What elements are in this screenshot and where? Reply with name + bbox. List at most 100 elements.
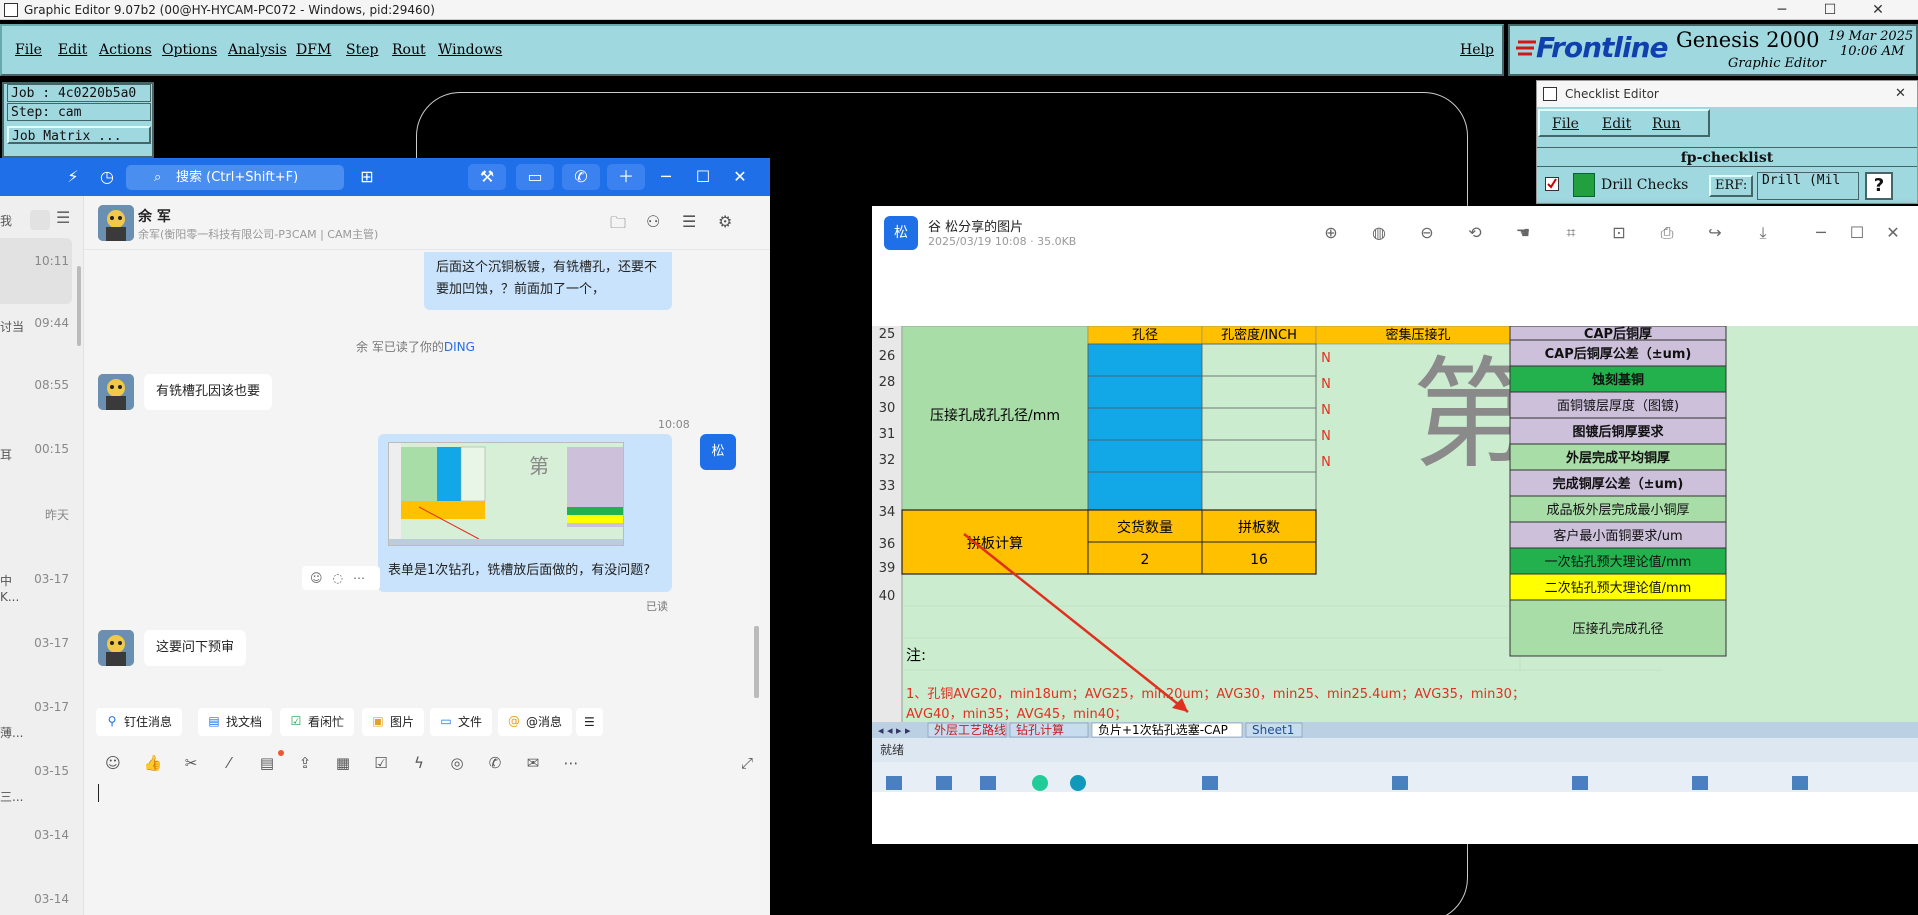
im-minimize-icon[interactable]: ─ — [655, 166, 677, 188]
share-icon[interactable]: ↪ — [1702, 220, 1728, 246]
avatar[interactable] — [98, 205, 134, 241]
settings-icon[interactable]: ⚙ — [718, 212, 732, 231]
message-incoming[interactable]: 有铣槽孔因该也要 — [144, 374, 273, 410]
job-info-panel: Job : 4c0220b5a0 Step: cam Job Matrix ..… — [2, 82, 154, 158]
menu-windows[interactable]: Windows — [438, 42, 502, 58]
expand-icon[interactable]: ⤢ — [736, 752, 758, 774]
conv-item-selected[interactable] — [0, 238, 72, 304]
italic-text-icon[interactable]: ⁄ — [218, 752, 240, 774]
checklist-menu-edit[interactable]: Edit — [1602, 116, 1631, 132]
chat-scrollbar[interactable] — [754, 626, 759, 698]
message-incoming[interactable]: 这要问下预审 — [144, 630, 247, 666]
checklist-menu-file[interactable]: File — [1552, 116, 1579, 132]
mail-icon[interactable]: ✉ — [522, 752, 544, 774]
viewer-maximize-icon[interactable]: ☐ — [1844, 220, 1870, 246]
record-icon[interactable]: ◎ — [446, 752, 468, 774]
lightning-icon[interactable]: ϟ — [408, 752, 430, 774]
genesis-menubar: File Edit Actions Options Analysis DFM S… — [0, 24, 1504, 76]
ding-link[interactable]: DING — [444, 340, 475, 354]
folder-icon[interactable]: 🗀 — [610, 212, 626, 239]
erf-value-field[interactable]: Drill (Mil — [1757, 172, 1859, 200]
history-icon[interactable]: ◷ — [96, 166, 118, 188]
zoom-in-icon[interactable]: ⊕ — [1318, 220, 1344, 246]
pin-message-button[interactable]: ⚲ 钉住消息 — [96, 708, 183, 736]
avatar[interactable] — [98, 374, 134, 410]
more-tools-button[interactable]: ☰ — [576, 708, 603, 736]
help-icon[interactable]: ? — [1865, 172, 1893, 200]
im-close-icon[interactable]: ✕ — [729, 166, 751, 188]
conv-scrollbar[interactable] — [77, 266, 81, 346]
menu-edit[interactable]: Edit — [58, 42, 87, 58]
checklist-menu-run[interactable]: Run — [1652, 116, 1681, 132]
message-outgoing-image[interactable]: 第 表单是1次钻孔，铣槽放后面做的，有没问题? — [378, 434, 672, 592]
upload-icon[interactable]: ⇪ — [294, 752, 316, 774]
like-icon[interactable]: 👍 — [142, 752, 164, 774]
erf-button[interactable]: ERF: — [1709, 175, 1754, 197]
self-avatar[interactable]: 松 — [700, 434, 736, 470]
checklist-close-icon[interactable]: ✕ — [1895, 81, 1906, 107]
download-icon[interactable]: ⤓ — [1750, 220, 1776, 246]
maximize-icon[interactable]: ☐ — [1808, 0, 1852, 20]
menu-rout[interactable]: Rout — [392, 42, 426, 58]
find-doc-button[interactable]: ▤ 找文档 — [198, 708, 273, 736]
call-button[interactable]: ✆ — [562, 164, 600, 190]
menu-analysis[interactable]: Analysis — [228, 42, 287, 58]
viewer-close-icon[interactable]: ✕ — [1880, 220, 1906, 246]
actual-size-icon[interactable]: ◍ — [1366, 220, 1392, 246]
screen-share-button[interactable]: ▭ — [516, 164, 554, 190]
task-icon[interactable]: ☑ — [370, 752, 392, 774]
search-input[interactable]: ⌕ 搜索 (Ctrl+Shift+F) — [126, 165, 344, 190]
image-button[interactable]: ▣ 图片 — [362, 708, 425, 736]
menu-actions[interactable]: Actions — [99, 42, 152, 58]
avatar[interactable] — [98, 630, 134, 666]
viewer-minimize-icon[interactable]: ─ — [1808, 220, 1834, 246]
add-button[interactable]: ＋ — [607, 164, 645, 190]
emoji-icon[interactable]: ☺ — [102, 752, 124, 774]
n-value: N — [1321, 377, 1331, 392]
phone-icon[interactable]: ✆ — [484, 752, 506, 774]
rotate-icon[interactable]: ⟲ — [1462, 220, 1488, 246]
close-icon[interactable]: ✕ — [1856, 0, 1900, 20]
quick-action-icon[interactable]: ⚡ — [62, 166, 84, 188]
shared-image[interactable]: 第 CAP后铜厚 CAP后铜厚公差（±um) 蚀刻基铜 面铜镀层厚度（图镀) 图镀后铜厚… — [872, 326, 1918, 792]
crop-icon[interactable]: ⌗ — [1558, 220, 1584, 246]
action-status-icon[interactable] — [1573, 173, 1595, 197]
file-button[interactable]: ▭ 文件 — [430, 708, 493, 736]
image-thumbnail[interactable]: 第 — [388, 442, 624, 546]
menu-step[interactable]: Step — [346, 42, 378, 58]
mention-button[interactable]: @ @消息 — [498, 708, 573, 736]
search-history-icon[interactable]: ☰ — [682, 212, 696, 231]
hand-icon[interactable]: ☚ — [1510, 220, 1536, 246]
message-text: 后面这个沉铜板镀，有铣槽孔，还要不要加凹蚀，？前面加了一个， — [436, 260, 658, 297]
message-hover-actions[interactable]: ☺◌⋯ — [302, 566, 380, 590]
sheet-nav-icon[interactable]: ◂ ◂ ▸ ▸ — [878, 724, 911, 737]
magic-tool-button[interactable]: ⚒ — [468, 164, 506, 190]
conv-filter-button[interactable] — [30, 210, 50, 230]
job-matrix-button[interactable]: Job Matrix ... — [7, 126, 151, 144]
availability-button[interactable]: ☑ 看闲忙 — [280, 708, 355, 736]
list-menu-icon[interactable]: ☰ — [56, 208, 70, 227]
minimize-icon[interactable]: ─ — [1760, 0, 1804, 20]
im-maximize-icon[interactable]: ☐ — [692, 166, 714, 188]
apps-grid-icon[interactable]: ⊞ — [356, 166, 378, 188]
menu-options[interactable]: Options — [162, 42, 217, 58]
search-icon: ⌕ — [154, 170, 162, 185]
text-cursor[interactable] — [98, 784, 99, 802]
checkbox-icon[interactable] — [1545, 177, 1559, 191]
note-label: 注: — [906, 646, 926, 664]
message-outgoing[interactable]: 后面这个沉铜板镀，有铣槽孔，还要不要加凹蚀，？前面加了一个， — [424, 252, 672, 310]
menu-dfm[interactable]: DFM — [296, 42, 331, 58]
add-member-icon[interactable]: ⚇ — [646, 212, 660, 231]
print-icon[interactable]: ⎙ — [1654, 220, 1680, 246]
menu-help[interactable]: Help — [1460, 42, 1494, 58]
checklist-item-label: Drill Checks — [1601, 177, 1689, 193]
conv-stub-text: K... — [0, 590, 20, 604]
ocr-icon[interactable]: ⊡ — [1606, 220, 1632, 246]
menu-file[interactable]: File — [15, 42, 42, 58]
scissors-icon[interactable]: ✂ — [180, 752, 202, 774]
clipboard-icon[interactable]: ▤ — [256, 752, 278, 774]
calendar-icon[interactable]: ▦ — [332, 752, 354, 774]
zoom-out-icon[interactable]: ⊖ — [1414, 220, 1440, 246]
more-icon[interactable]: ⋯ — [560, 752, 582, 774]
genesis-window-title: Graphic Editor 9.07b2 (00@HY-HYCAM-PC072… — [24, 3, 435, 17]
